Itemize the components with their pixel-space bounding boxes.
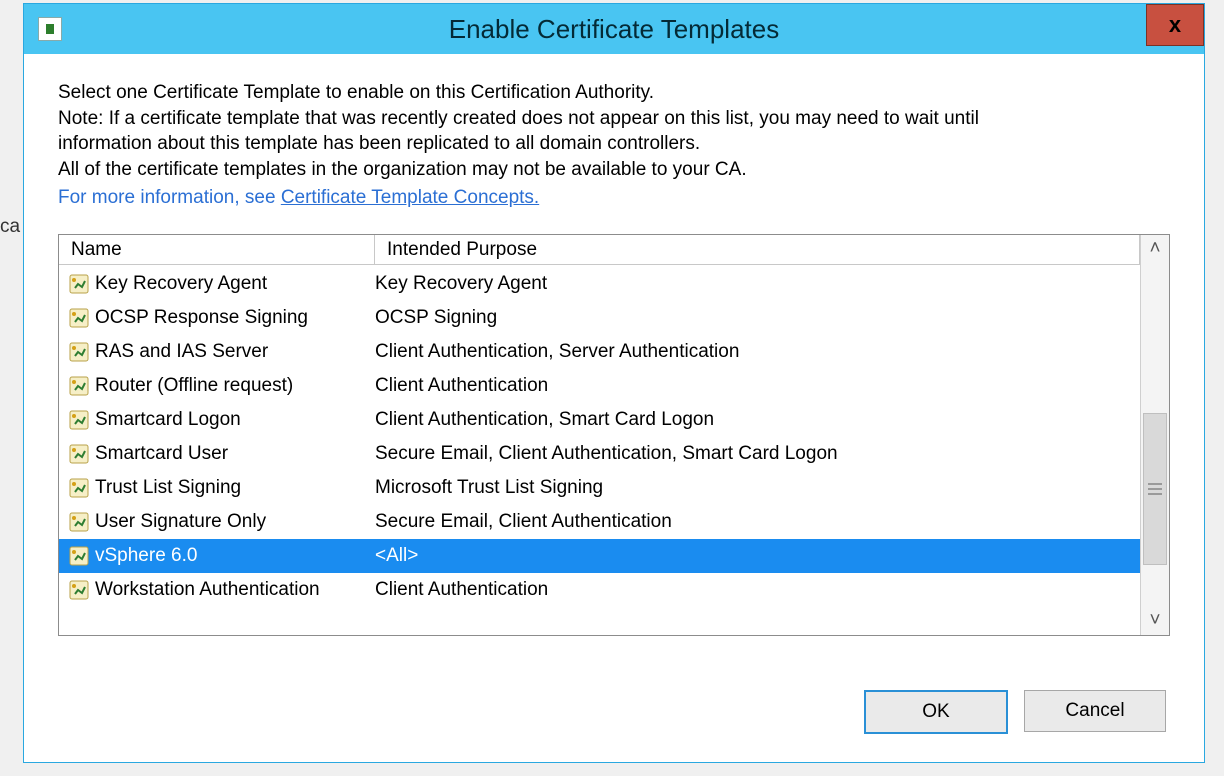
table-row[interactable]: Smartcard UserSecure Email, Client Authe…: [59, 437, 1140, 471]
certificate-template-icon: [69, 444, 89, 464]
scroll-thumb[interactable]: [1143, 413, 1167, 565]
template-purpose: Client Authentication, Smart Card Logon: [375, 409, 714, 431]
template-rows: Key Recovery AgentKey Recovery Agent OCS…: [59, 265, 1140, 607]
cancel-button[interactable]: Cancel: [1024, 690, 1166, 732]
template-purpose: Key Recovery Agent: [375, 273, 547, 295]
certificate-template-icon: [69, 580, 89, 600]
template-name: Trust List Signing: [95, 477, 375, 499]
template-name: Router (Offline request): [95, 375, 375, 397]
scroll-grip-icon: [1148, 483, 1162, 495]
certificate-template-icon: [69, 274, 89, 294]
template-purpose: Client Authentication: [375, 375, 548, 397]
template-purpose: Client Authentication, Server Authentica…: [375, 341, 739, 363]
scroll-track[interactable]: [1141, 263, 1169, 607]
template-name: vSphere 6.0: [95, 545, 375, 567]
table-row[interactable]: Trust List SigningMicrosoft Trust List S…: [59, 471, 1140, 505]
template-purpose: OCSP Signing: [375, 307, 497, 329]
window-title: Enable Certificate Templates: [24, 14, 1204, 45]
table-row[interactable]: Key Recovery AgentKey Recovery Agent: [59, 267, 1140, 301]
column-headers: Name Intended Purpose: [59, 235, 1140, 265]
close-button[interactable]: x: [1146, 4, 1204, 46]
certificate-template-icon: [69, 410, 89, 430]
template-name: User Signature Only: [95, 511, 375, 533]
app-icon: [38, 17, 62, 41]
table-row[interactable]: Router (Offline request)Client Authentic…: [59, 369, 1140, 403]
template-list: Name Intended Purpose Key Recovery Agent…: [58, 234, 1170, 636]
template-name: Smartcard User: [95, 443, 375, 465]
certificate-template-icon: [69, 546, 89, 566]
template-name: Smartcard Logon: [95, 409, 375, 431]
certificate-template-icon: [69, 342, 89, 362]
template-purpose: Secure Email, Client Authentication, Sma…: [375, 443, 838, 465]
template-name: OCSP Response Signing: [95, 307, 375, 329]
template-purpose: Microsoft Trust List Signing: [375, 477, 603, 499]
table-row[interactable]: Smartcard LogonClient Authentication, Sm…: [59, 403, 1140, 437]
intro-line: information about this template has been…: [58, 131, 1170, 157]
table-row[interactable]: vSphere 6.0<All>: [59, 539, 1140, 573]
scroll-down-button[interactable]: ˅: [1141, 607, 1169, 635]
intro-text: Select one Certificate Template to enabl…: [58, 80, 1170, 210]
certificate-template-icon: [69, 308, 89, 328]
certificate-template-icon: [69, 478, 89, 498]
template-purpose: Secure Email, Client Authentication: [375, 511, 672, 533]
column-header-name[interactable]: Name: [59, 235, 375, 265]
help-link[interactable]: Certificate Template Concepts.: [281, 187, 539, 208]
titlebar[interactable]: Enable Certificate Templates x: [24, 4, 1204, 54]
dialog-body: Select one Certificate Template to enabl…: [32, 54, 1196, 754]
template-purpose: <All>: [375, 545, 418, 567]
table-row[interactable]: User Signature OnlySecure Email, Client …: [59, 505, 1140, 539]
certificate-template-icon: [69, 512, 89, 532]
certificate-template-icon: [69, 376, 89, 396]
template-purpose: Client Authentication: [375, 579, 548, 601]
column-header-purpose[interactable]: Intended Purpose: [375, 235, 1140, 265]
dialog-button-bar: OK Cancel: [864, 690, 1166, 734]
template-name: Workstation Authentication: [95, 579, 375, 601]
ok-button[interactable]: OK: [864, 690, 1008, 734]
table-row[interactable]: Workstation AuthenticationClient Authent…: [59, 573, 1140, 607]
help-link-prefix: For more information, see: [58, 187, 281, 208]
vertical-scrollbar[interactable]: ˄ ˅: [1140, 235, 1169, 635]
template-name: Key Recovery Agent: [95, 273, 375, 295]
intro-line: Note: If a certificate template that was…: [58, 106, 1170, 132]
intro-line: All of the certificate templates in the …: [58, 157, 1170, 183]
template-name: RAS and IAS Server: [95, 341, 375, 363]
dialog-window: Enable Certificate Templates x Select on…: [23, 3, 1205, 763]
intro-line: Select one Certificate Template to enabl…: [58, 80, 1170, 106]
help-link-line: For more information, see Certificate Te…: [58, 185, 1170, 211]
table-row[interactable]: RAS and IAS ServerClient Authentication,…: [59, 335, 1140, 369]
table-row[interactable]: OCSP Response SigningOCSP Signing: [59, 301, 1140, 335]
background-fragment: ca: [0, 216, 20, 238]
scroll-up-button[interactable]: ˄: [1141, 235, 1169, 263]
